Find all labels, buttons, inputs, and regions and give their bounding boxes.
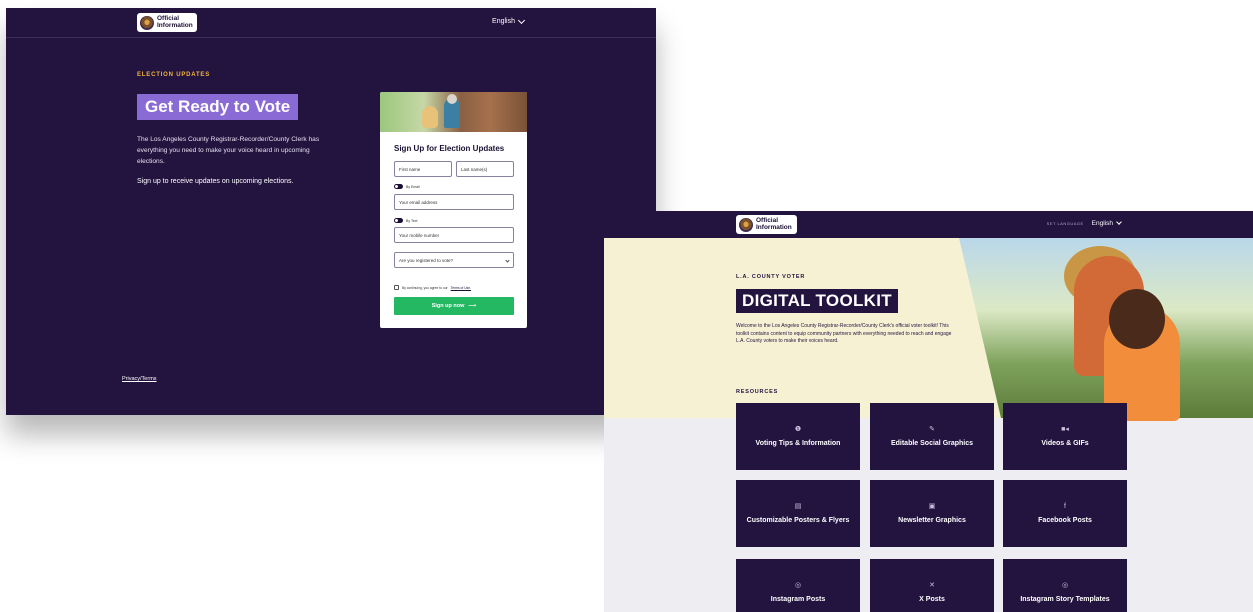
form-title: Sign Up for Election Updates	[394, 144, 505, 153]
terms-agreement[interactable]: By continuing, you agree to our Terms of…	[394, 285, 471, 290]
last-name-field[interactable]: Last name(s)	[456, 161, 514, 177]
first-name-field[interactable]: First name	[394, 161, 452, 177]
toggle-label: By Email	[406, 184, 420, 189]
signup-cta-text: Sign up to receive updates on upcoming e…	[137, 178, 294, 185]
tile-label: Editable Social Graphics	[890, 440, 974, 447]
sign-up-button[interactable]: Sign up now ⟶	[394, 297, 514, 315]
mobile-number-field[interactable]: Your mobile number	[394, 227, 514, 243]
terms-text: By continuing, you agree to our	[402, 285, 448, 290]
screenshot-stage: Official Information English ELECTION UP…	[0, 0, 1253, 612]
hero-person-head	[1109, 289, 1165, 349]
official-information-logo[interactable]: Official Information	[736, 215, 797, 234]
toggle-switch	[394, 184, 403, 189]
info-icon: ❶	[794, 426, 802, 433]
tile-label: Instagram Posts	[770, 596, 826, 603]
resource-tile-newsletter-graphics[interactable]: ▣ Newsletter Graphics	[870, 480, 994, 547]
toggle-label: By Text	[406, 218, 418, 223]
language-label: English	[1091, 220, 1113, 227]
tile-label: Voting Tips & Information	[755, 440, 841, 447]
tile-label: Newsletter Graphics	[898, 517, 966, 524]
newsletter-icon: ▣	[928, 503, 936, 510]
by-email-toggle[interactable]: By Email	[394, 184, 420, 189]
resource-tile-editable-social-graphics[interactable]: ✎ Editable Social Graphics	[870, 403, 994, 470]
page-title: Get Ready to Vote	[137, 94, 299, 120]
by-text-toggle[interactable]: By Text	[394, 218, 417, 223]
tile-label: Customizable Posters & Flyers	[746, 517, 850, 524]
top-header: Official Information English	[6, 8, 656, 38]
resource-tile-posters-flyers[interactable]: ▤ Customizable Posters & Flyers	[736, 480, 860, 547]
resource-tile-instagram-posts[interactable]: ◎ Instagram Posts	[736, 559, 860, 612]
person-head	[447, 94, 457, 104]
language-label: English	[492, 18, 515, 25]
sign-up-label: Sign up now	[431, 303, 465, 309]
election-updates-page: Official Information English ELECTION UP…	[6, 8, 656, 415]
tile-label: Facebook Posts	[1038, 516, 1092, 524]
language-selector[interactable]: English	[492, 16, 526, 25]
edit-icon: ✎	[929, 426, 935, 433]
resource-tile-facebook-posts[interactable]: f Facebook Posts	[1003, 480, 1127, 547]
x-twitter-icon: ✕	[929, 582, 935, 589]
signup-form-card: Sign Up for Election Updates First name …	[380, 92, 527, 328]
instagram-icon: ◎	[794, 582, 802, 589]
logo-text: Official Information	[157, 15, 193, 29]
card-hero-image	[380, 92, 527, 132]
tile-label: Instagram Story Templates	[1020, 596, 1110, 603]
facebook-icon: f	[1064, 502, 1066, 510]
county-seal-icon	[739, 217, 753, 232]
page-title: DIGITAL TOOLKIT	[736, 289, 898, 313]
county-seal-icon	[140, 15, 154, 30]
official-information-logo[interactable]: Official Information	[137, 13, 197, 32]
resource-tile-instagram-story-templates[interactable]: ◎ Instagram Story Templates	[1003, 559, 1127, 612]
intro-text: The Los Angeles County Registrar-Recorde…	[137, 136, 320, 165]
checkbox-icon[interactable]	[394, 285, 399, 290]
instagram-icon: ◎	[1061, 582, 1069, 589]
resource-tile-x-posts[interactable]: ✕ X Posts	[870, 559, 994, 612]
resources-heading: RESOURCES	[736, 389, 779, 395]
registered-to-vote-select[interactable]: Are you registered to vote?	[394, 252, 514, 268]
intro-text: Welcome to the Los Angeles County Regist…	[736, 323, 952, 344]
file-icon: ▤	[794, 503, 802, 510]
tile-label: Videos & GIFs	[1041, 440, 1089, 447]
privacy-terms-link[interactable]: Privacy/Terms	[122, 376, 157, 382]
logo-text: Official Information	[756, 217, 792, 231]
resource-tile-voting-tips[interactable]: ❶ Voting Tips & Information	[736, 403, 860, 470]
chevron-down-icon	[517, 16, 526, 24]
select-value: Are you registered to vote?	[399, 257, 454, 263]
email-field[interactable]: Your email address	[394, 194, 514, 210]
video-icon: ■◂	[1061, 426, 1069, 433]
digital-toolkit-page: Official Information SET LANGUAGE Englis…	[604, 211, 1253, 612]
arrow-right-icon: ⟶	[468, 303, 477, 309]
dog-figure	[422, 106, 438, 128]
toggle-switch	[394, 218, 403, 223]
section-eyebrow: L.A. COUNTY VOTER	[736, 274, 806, 280]
chevron-down-icon	[505, 257, 510, 263]
section-eyebrow: ELECTION UPDATES	[137, 72, 211, 78]
terms-of-use-link[interactable]: Terms of Use.	[451, 286, 471, 290]
tile-label: X Posts	[919, 596, 945, 603]
resource-tile-videos-gifs[interactable]: ■◂ Videos & GIFs	[1003, 403, 1127, 470]
set-language-label: SET LANGUAGE	[1046, 221, 1084, 226]
language-selector[interactable]: SET LANGUAGE English	[1046, 219, 1122, 227]
top-header: Official Information SET LANGUAGE Englis…	[604, 211, 1253, 238]
chevron-down-icon	[1116, 219, 1122, 225]
